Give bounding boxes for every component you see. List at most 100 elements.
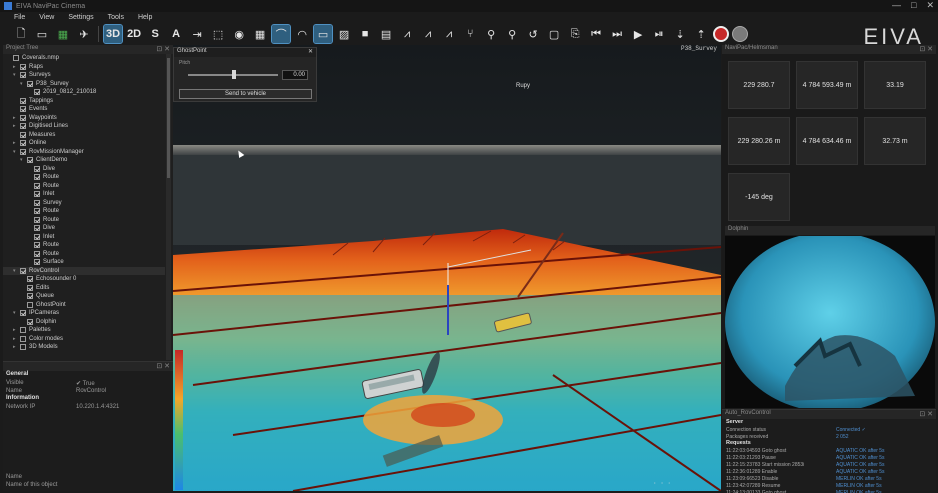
expand-toggle-icon[interactable]: ▸ [13, 64, 20, 70]
tree-item[interactable]: ▸ 3D Models [3, 343, 165, 352]
save-icon[interactable]: ▦ [54, 25, 72, 43]
tree-scrollbar-thumb[interactable] [167, 58, 170, 178]
visibility-checkbox[interactable] [20, 63, 26, 70]
visibility-checkbox[interactable] [27, 293, 33, 300]
visibility-checkbox[interactable] [20, 123, 26, 130]
search-pin-icon[interactable]: ⚲ [503, 25, 521, 43]
tree-item[interactable]: ▸ Digitised Lines [3, 122, 165, 131]
view-2d-button[interactable]: 2D [125, 25, 143, 43]
tree-item[interactable]: ▾ RovControl [3, 266, 165, 275]
visibility-checkbox[interactable] [27, 284, 33, 291]
expand-toggle-icon[interactable]: ▾ [13, 268, 20, 274]
visibility-checkbox[interactable] [20, 344, 26, 351]
visibility-checkbox[interactable] [34, 174, 40, 181]
visibility-checkbox[interactable] [34, 250, 40, 257]
send-to-vehicle-button[interactable]: Send to vehicle [179, 89, 312, 99]
expand-toggle-icon[interactable]: ▾ [13, 72, 20, 78]
expand-toggle-icon[interactable]: ▾ [20, 157, 27, 163]
tree-item[interactable]: Route [3, 241, 165, 250]
tree-item[interactable]: ▾ RovMissionManager [3, 148, 165, 157]
tree-item[interactable]: Measures [3, 131, 165, 140]
visibility-checkbox[interactable] [20, 140, 26, 147]
visibility-checkbox[interactable] [34, 259, 40, 266]
cube-icon[interactable]: ⬚ [209, 25, 227, 43]
grid-icon[interactable]: ▦ [251, 25, 269, 43]
tree-item[interactable]: Route [3, 182, 165, 191]
tree-item[interactable]: Echosounder 0 [3, 275, 165, 284]
profile-icon[interactable]: ⩘ [398, 25, 416, 43]
navipac-panel-controls[interactable]: ⊡ ✕ [919, 45, 933, 54]
menu-tools[interactable]: Tools [108, 14, 124, 21]
visibility-checkbox[interactable] [34, 216, 40, 223]
expand-toggle-icon[interactable]: ▸ [13, 123, 20, 129]
close-icon[interactable]: ✕ [308, 48, 313, 57]
tree-item[interactable]: Queue [3, 292, 165, 301]
satellite-icon[interactable]: ✈ [75, 25, 93, 43]
visibility-checkbox[interactable] [20, 106, 26, 113]
camera-icon[interactable]: ■ [356, 25, 374, 43]
visibility-checkbox[interactable] [27, 301, 33, 308]
visibility-checkbox[interactable] [20, 327, 26, 334]
tree-item[interactable]: Dolphin [3, 318, 165, 327]
pin-icon[interactable]: ⚲ [482, 25, 500, 43]
polygon-icon[interactable]: ▢ [545, 25, 563, 43]
tree-item[interactable]: Route [3, 207, 165, 216]
curve-icon[interactable]: ⌒ [271, 24, 292, 44]
visibility-checkbox[interactable] [20, 72, 26, 79]
visibility-checkbox[interactable] [34, 208, 40, 215]
visibility-checkbox[interactable] [34, 182, 40, 189]
download-icon[interactable]: ⇣ [671, 25, 689, 43]
menu-file[interactable]: File [14, 14, 25, 21]
menu-settings[interactable]: Settings [68, 14, 93, 21]
visibility-checkbox[interactable] [27, 318, 33, 325]
new-file-icon[interactable]: 🗋 [12, 25, 30, 43]
tree-item[interactable]: Route [3, 250, 165, 259]
tree-item[interactable]: Edits [3, 284, 165, 293]
expand-toggle-icon[interactable]: ▸ [13, 336, 20, 342]
tree-item[interactable]: ▾ P38_Survey [3, 80, 165, 89]
expand-toggle-icon[interactable]: ▾ [20, 81, 27, 87]
profile2-icon[interactable]: ⩘ [419, 25, 437, 43]
visibility-checkbox[interactable] [20, 310, 26, 317]
tree-item[interactable]: 2019_0812_210018 [3, 88, 165, 97]
visibility-checkbox[interactable] [34, 233, 40, 240]
tree-item[interactable]: Dive [3, 224, 165, 233]
close-button[interactable]: ✕ [926, 0, 934, 11]
visibility-checkbox[interactable] [34, 165, 40, 172]
tree-item[interactable]: ▾ IPCameras [3, 309, 165, 318]
import-icon[interactable]: ⇥ [188, 25, 206, 43]
visibility-checkbox[interactable] [34, 199, 40, 206]
tree-item[interactable]: ▾ Surveys [3, 71, 165, 80]
visibility-checkbox[interactable] [20, 97, 26, 104]
visibility-checkbox[interactable] [27, 276, 33, 283]
visibility-checkbox[interactable] [20, 131, 26, 138]
visibility-checkbox[interactable] [20, 114, 26, 121]
visibility-checkbox[interactable] [34, 89, 40, 96]
property-value[interactable]: RovControl [76, 388, 106, 394]
tree-scrollbar[interactable] [166, 54, 171, 360]
visibility-checkbox[interactable] [20, 148, 26, 155]
open-file-icon[interactable]: ▭ [33, 25, 51, 43]
layers-icon[interactable]: ▤ [377, 25, 395, 43]
property-value[interactable]: ✔ True [76, 380, 95, 387]
tree-icon[interactable]: ⑂ [461, 25, 479, 43]
minimize-button[interactable]: — [892, 0, 901, 11]
visibility-checkbox[interactable] [34, 191, 40, 198]
tree-item[interactable]: Route [3, 216, 165, 225]
menu-help[interactable]: Help [138, 14, 152, 21]
route-icon[interactable]: ↺ [524, 25, 542, 43]
menu-view[interactable]: View [39, 14, 54, 21]
image-icon[interactable]: ▨ [335, 25, 353, 43]
shape-icon[interactable]: ◠ [293, 25, 311, 43]
expand-toggle-icon[interactable]: ▾ [13, 310, 20, 316]
tree-item[interactable]: Survey [3, 199, 165, 208]
video-feed[interactable] [725, 232, 935, 412]
visibility-checkbox[interactable] [13, 55, 19, 62]
visibility-checkbox[interactable] [34, 225, 40, 232]
tree-item[interactable]: Tappings [3, 97, 165, 106]
tree-item[interactable]: Coverals.nmp [3, 54, 165, 63]
pitch-slider-thumb[interactable] [232, 70, 236, 79]
upload-icon[interactable]: ⇡ [692, 25, 710, 43]
tree-item[interactable]: ▸ Online [3, 139, 165, 148]
expand-toggle-icon[interactable]: ▾ [13, 149, 20, 155]
